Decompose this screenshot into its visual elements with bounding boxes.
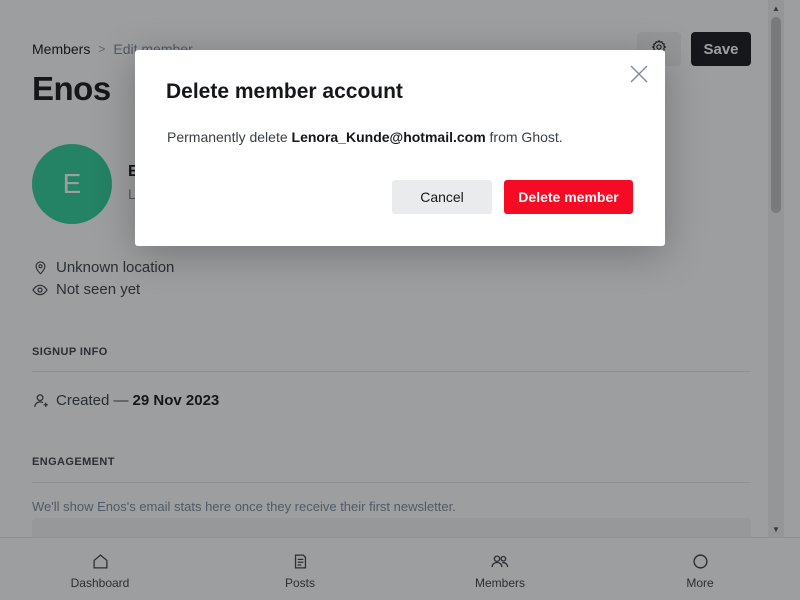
close-icon	[630, 65, 648, 88]
delete-member-dialog: Delete member account Permanently delete…	[135, 50, 665, 246]
dialog-actions: Cancel Delete member	[392, 180, 633, 214]
delete-member-button[interactable]: Delete member	[504, 180, 633, 214]
dialog-message-suffix: from Ghost.	[489, 129, 563, 145]
dialog-message: Permanently delete Lenora_Kunde@hotmail.…	[167, 129, 563, 145]
dialog-member-email: Lenora_Kunde@hotmail.com	[291, 129, 486, 145]
dialog-message-prefix: Permanently delete	[167, 129, 288, 145]
dialog-title: Delete member account	[166, 80, 403, 103]
close-button[interactable]	[627, 64, 651, 88]
cancel-button[interactable]: Cancel	[392, 180, 492, 214]
